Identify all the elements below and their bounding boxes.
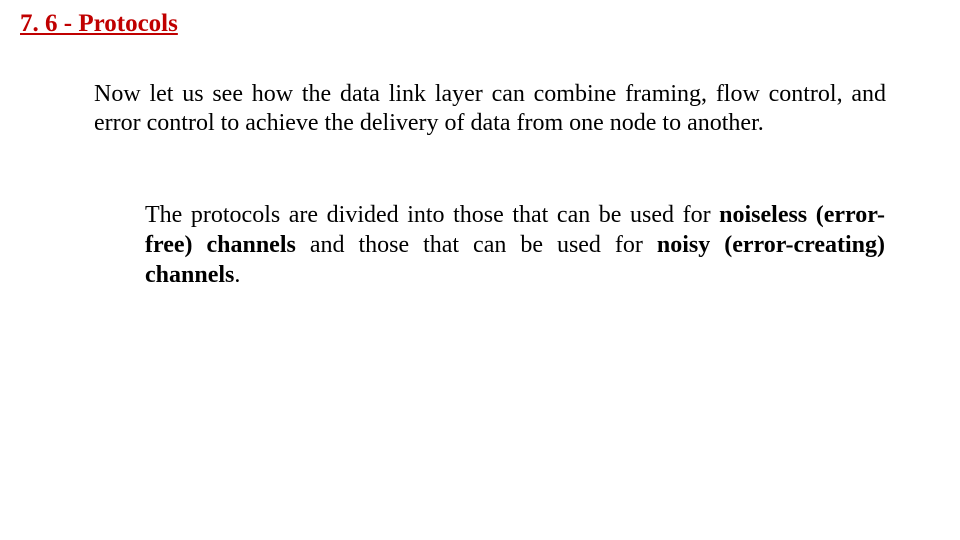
section-heading: 7. 6 - Protocols — [20, 10, 178, 38]
text-segment: and those that can be used for — [296, 232, 657, 258]
detail-paragraph: The protocols are divided into those tha… — [145, 200, 885, 290]
text-segment: . — [234, 262, 240, 288]
slide: 7. 6 - Protocols Now let us see how the … — [0, 0, 960, 540]
text-segment: The protocols are divided into those tha… — [145, 202, 719, 228]
intro-paragraph: Now let us see how the data link layer c… — [94, 80, 886, 139]
